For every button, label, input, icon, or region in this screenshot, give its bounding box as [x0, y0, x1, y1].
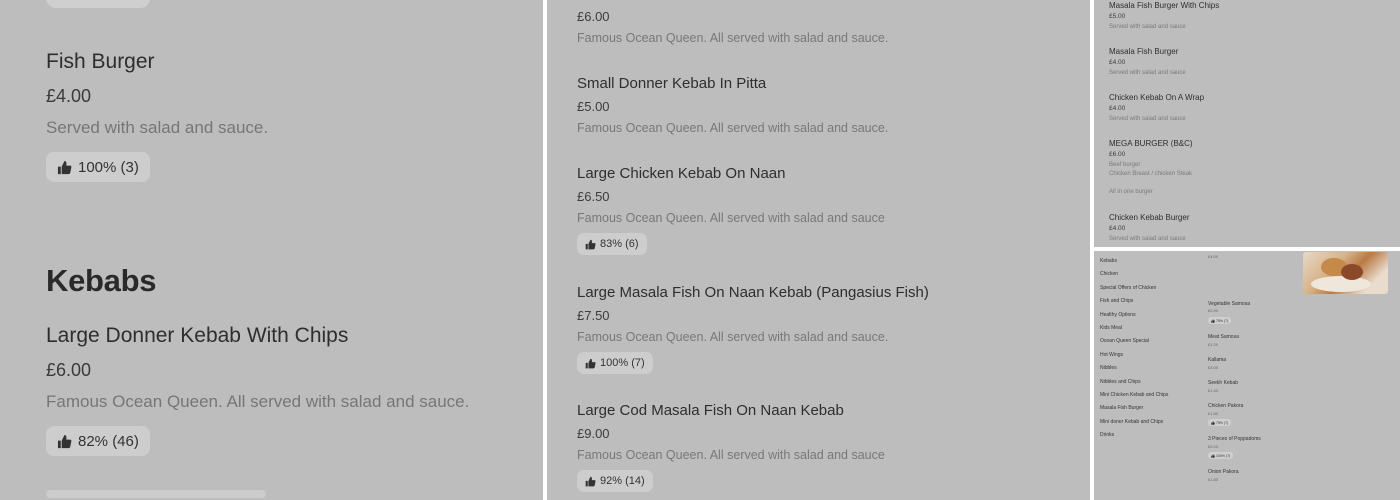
- category-healthy-options[interactable]: Healthy Options: [1100, 312, 1168, 325]
- item-name[interactable]: Onion Pakora: [1208, 469, 1239, 475]
- rating-badge: 92% (14): [577, 470, 653, 492]
- item-description: Served with salad and sauce: [1109, 24, 1186, 30]
- rating-badge: 75% (7): [1208, 317, 1232, 324]
- item-name[interactable]: Fish Burger: [46, 50, 155, 74]
- category-mini-chicken-kebab[interactable]: Mini Chicken Kebab and Chips: [1100, 392, 1168, 405]
- item-price: £1.20: [1208, 342, 1219, 347]
- kebab-menu-panel: £6.00 Famous Ocean Queen. All served wit…: [547, 0, 1090, 500]
- item-name[interactable]: Large Chicken Kebab On Naan: [577, 165, 785, 182]
- rating-badge: 83% (6): [577, 233, 647, 255]
- item-price: £4.00: [46, 86, 92, 106]
- item-price: £4.00: [1109, 59, 1126, 66]
- item-name[interactable]: MEGA BURGER (B&C): [1109, 139, 1193, 148]
- category-nibbles-and-chips[interactable]: Nibbles and Chips: [1100, 379, 1168, 392]
- thumbs-up-icon: [1211, 453, 1215, 458]
- rating-text: 100% (3): [78, 158, 139, 176]
- item-description: Beef burger: [1109, 162, 1141, 168]
- rating-badge: 75% (7): [1208, 419, 1232, 426]
- item-description: Famous Ocean Queen. All served with sala…: [577, 330, 889, 344]
- category-fish-and-chips[interactable]: Fish and Chips: [1100, 298, 1168, 311]
- food-image[interactable]: [1303, 252, 1388, 294]
- category-chicken[interactable]: Chicken: [1100, 271, 1168, 284]
- category-hot-wings[interactable]: Hot Wings: [1100, 352, 1168, 365]
- category-mini-doner-kebab[interactable]: Mini doner Kebab and Chips: [1100, 419, 1168, 432]
- item-price: £4.00: [1208, 254, 1219, 259]
- category-kebabs[interactable]: Kebabs: [1100, 258, 1168, 271]
- next-item-name: [46, 490, 266, 498]
- item-price: £3.00: [1208, 365, 1219, 370]
- thumbs-up-icon: [585, 239, 596, 249]
- item-name[interactable]: Vegetable Samosa: [1208, 301, 1250, 307]
- item-description: Served with salad and sauce: [1109, 236, 1186, 242]
- rating-text: 82% (46): [78, 432, 139, 450]
- item-description: Served with salad and sauce: [1109, 70, 1186, 76]
- item-name[interactable]: Masala Fish Burger: [1109, 47, 1178, 56]
- item-price: £2.00: [1208, 444, 1219, 449]
- item-price: £9.00: [577, 426, 610, 441]
- item-description-line3: All in one burger: [1109, 189, 1153, 195]
- previous-rating-badge: [46, 0, 150, 8]
- item-price: £4.00: [1109, 105, 1126, 112]
- thumbs-up-icon: [57, 160, 72, 174]
- category-masala-fish-burger[interactable]: Masala Fish Burger: [1100, 405, 1168, 418]
- rating-text: 92% (14): [600, 475, 645, 487]
- item-name[interactable]: Meat Samosa: [1208, 334, 1239, 340]
- thumbs-up-icon: [57, 434, 72, 448]
- rating-text: 100% (7): [600, 357, 645, 369]
- item-name[interactable]: 3 Pieces of Poppadoms: [1208, 436, 1261, 442]
- category-nibbles[interactable]: Nibbles: [1100, 365, 1168, 378]
- rating-text: 75% (7): [1216, 420, 1229, 425]
- item-name[interactable]: Large Donner Kebab With Chips: [46, 324, 348, 348]
- item-price: £5.00: [1109, 13, 1126, 20]
- thumbs-up-icon: [1211, 420, 1215, 425]
- category-kids-meal[interactable]: Kids Meal: [1100, 325, 1168, 338]
- item-description: Famous Ocean Queen. All served with sala…: [577, 31, 889, 45]
- category-special-offers[interactable]: Special Offers of Chicken: [1100, 285, 1168, 298]
- thumbs-up-icon: [585, 476, 596, 486]
- item-name[interactable]: Kallama: [1208, 357, 1226, 363]
- item-price: £6.50: [577, 189, 610, 204]
- item-description: Served with salad and sauce.: [46, 118, 269, 137]
- item-price: £1.80: [1208, 477, 1219, 482]
- category-sidebar: Kebabs Chicken Special Offers of Chicken…: [1100, 258, 1168, 445]
- item-price: £6.00: [1109, 151, 1126, 158]
- item-name[interactable]: Chicken Pakora: [1208, 403, 1243, 409]
- item-price: £5.00: [577, 99, 610, 114]
- rating-badge: 82% (46): [46, 426, 150, 456]
- rating-badge: 100% (7): [577, 352, 653, 374]
- burger-menu-panel: Masala Fish Burger With Chips £5.00 Serv…: [1094, 0, 1400, 247]
- item-description-line2: Chicken Breast / chicken Steak: [1109, 171, 1193, 177]
- item-price: £1.40: [1208, 388, 1219, 393]
- full-menu-panel: Kebabs Chicken Special Offers of Chicken…: [1094, 251, 1400, 500]
- item-name[interactable]: Seekh Kebab: [1208, 380, 1238, 386]
- rating-badge: 100% (3): [46, 152, 150, 182]
- rating-badge: 100% (7): [1208, 452, 1234, 459]
- thumbs-up-icon: [1211, 318, 1215, 323]
- item-name[interactable]: Large Masala Fish On Naan Kebab (Pangasi…: [577, 284, 929, 301]
- thumbs-up-icon: [585, 358, 596, 368]
- item-name[interactable]: Large Cod Masala Fish On Naan Kebab: [577, 402, 844, 419]
- item-price: £7.50: [577, 308, 610, 323]
- item-price: £6.00: [46, 360, 92, 380]
- item-price: £6.00: [577, 9, 610, 24]
- item-description: Famous Ocean Queen. All served with sala…: [577, 448, 885, 462]
- item-price: £0.90: [1208, 308, 1219, 313]
- item-name[interactable]: Chicken Kebab Burger: [1109, 213, 1190, 222]
- zoomed-menu-panel: Fish Burger £4.00 Served with salad and …: [0, 0, 543, 500]
- item-name[interactable]: Small Donner Kebab In Pitta: [577, 75, 766, 92]
- item-description: Famous Ocean Queen. All served with sala…: [577, 211, 885, 225]
- item-name[interactable]: Masala Fish Burger With Chips: [1109, 1, 1219, 10]
- item-description: Famous Ocean Queen. All served with sala…: [46, 392, 470, 411]
- rating-text: 75% (7): [1216, 318, 1229, 323]
- item-description: Served with salad and sauce: [1109, 116, 1186, 122]
- category-ocean-queen-special[interactable]: Ocean Queen Special: [1100, 338, 1168, 351]
- rating-text: 100% (7): [1216, 453, 1231, 458]
- section-heading: Kebabs: [46, 263, 157, 298]
- category-drinks[interactable]: Drinks: [1100, 432, 1168, 445]
- item-description: Famous Ocean Queen. All served with sala…: [577, 121, 889, 135]
- item-price: £4.00: [1109, 225, 1126, 232]
- rating-text: 83% (6): [600, 238, 639, 250]
- item-name[interactable]: Chicken Kebab On A Wrap: [1109, 93, 1204, 102]
- item-price: £1.80: [1208, 411, 1219, 416]
